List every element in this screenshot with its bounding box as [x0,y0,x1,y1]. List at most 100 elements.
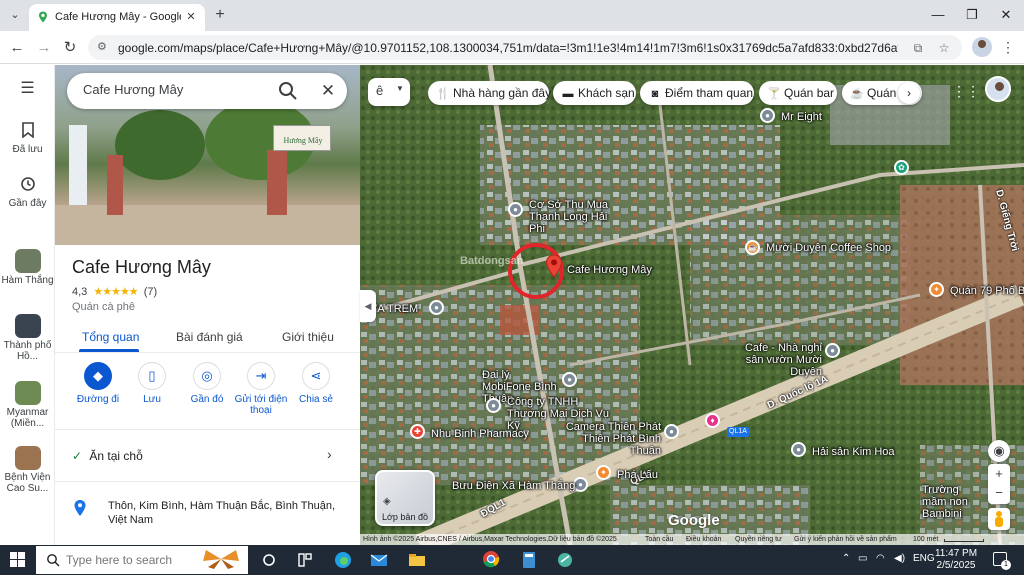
rating-row[interactable]: 4,3 ★★★★★ (7) [72,285,157,299]
poi-pin-icon[interactable]: ● [760,108,775,123]
satellite-map[interactable]: Batdongsan D. Quốc lộ 1A QL1 D. Giếng Tr… [360,65,1024,545]
tab-about[interactable]: Giới thiệu [282,330,334,344]
poi-quan-79[interactable]: Quán 79 Phố Bồ [950,285,1024,297]
chevron-up-icon[interactable]: ⌃ [842,553,850,564]
calculator-icon[interactable] [516,548,542,572]
poi-pin-icon[interactable]: ● [429,300,444,315]
windows-start-icon[interactable] [10,552,26,568]
place-marker-icon[interactable] [545,254,563,278]
feedback-link[interactable]: Gửi ý kiến phản hồi về sản phẩm [794,534,897,545]
terms-link[interactable]: Điều khoản [686,534,721,545]
zoom-out-icon[interactable]: − [988,484,1010,504]
forward-arrow-icon[interactable]: → [33,37,55,59]
minimize-icon[interactable]: — [926,5,950,25]
directions-button[interactable]: ◆ Đường đi [68,362,128,405]
plus-icon[interactable]: + [211,6,229,24]
poi-nhu-binh-pharmacy[interactable]: Nhu Binh Pharmacy [431,428,529,440]
search-input[interactable] [83,82,263,97]
tab-overview[interactable]: Tổng quan [82,330,139,344]
place-address[interactable]: Thôn, Kim Bình, Hàm Thuận Bắc, Bình Thuậ… [108,499,353,527]
tab-reviews[interactable]: Bài đánh giá [176,330,243,344]
nearby-button[interactable]: ◎ Gần đó [177,362,237,405]
my-location-icon[interactable]: ◉ [988,440,1010,462]
saved-button[interactable]: Đã lưu [0,122,55,155]
shopping-icon[interactable]: ♦ [705,413,720,428]
collapse-panel-button[interactable]: ◀ [360,290,376,322]
mail-icon[interactable] [366,548,392,572]
chrome-icon[interactable] [478,548,504,572]
recent-place-item[interactable]: Bệnh Viện Cao Su... [0,446,55,494]
url-text[interactable]: google.com/maps/place/Cafe+Hương+Mây/@10… [118,41,898,55]
recent-button[interactable]: Gần đây [0,176,55,209]
taskbar-search-input[interactable] [66,553,216,567]
poi-pin-icon[interactable]: ● [562,372,577,387]
poi-pin-icon[interactable]: ● [825,343,840,358]
poi-pin-icon[interactable]: ● [664,424,679,439]
poi-buu-dien[interactable]: Bưu Điện Xã Hàm Thắng [452,480,575,492]
chevron-right-icon[interactable]: › [898,82,920,104]
poi-pin-icon[interactable]: ● [573,477,588,492]
save-button[interactable]: ▯ Lưu [122,362,182,405]
send-to-phone-button[interactable]: ⇥ Gửi tới điện thoại [231,362,291,416]
address-bar[interactable]: ⚙ google.com/maps/place/Cafe+Hương+Mây/@… [88,35,962,60]
restaurant-icon[interactable]: ✦ [929,282,944,297]
recent-place-item[interactable]: Myanmar (Miền... [0,381,55,429]
file-explorer-icon[interactable] [404,548,430,572]
menu-button[interactable]: ☰ [0,79,55,99]
chip-restaurants[interactable]: 🍴 Nhà hàng gần đây [428,81,551,105]
search-box[interactable]: ✕ [67,73,347,109]
task-view-icon[interactable] [256,548,282,572]
recent-place-item[interactable]: Hàm Thắng [0,249,55,286]
poi-pin-icon[interactable]: ● [791,442,806,457]
poi-camera-thien-phat[interactable]: Camera Thiên Phát Thiên Phát Bình Thuận [563,421,661,457]
account-avatar[interactable] [985,76,1011,102]
chip-bars[interactable]: 🍸 Quán bar [759,81,837,105]
poi-muoi-duyen[interactable]: Mười Duyên Coffee Shop [766,242,891,254]
attraction-icon[interactable]: ✿ [894,160,909,175]
wifi-icon[interactable]: ◠ [876,553,885,564]
tab-search-icon[interactable]: ⌄ [6,6,24,24]
map-type-toggle[interactable]: ê ▼ [368,78,410,106]
pharmacy-icon[interactable]: ✚ [410,424,425,439]
profile-avatar[interactable] [972,37,992,57]
layers-button[interactable]: ◈ Lớp bản đồ [375,470,435,526]
widgets-icon[interactable] [292,548,318,572]
restore-icon[interactable]: ❐ [960,5,984,25]
street-view-pegman-icon[interactable] [988,508,1010,530]
poi-truong-mam-non[interactable]: Trường mầm non Bambini [922,484,984,520]
app-icon[interactable] [552,548,578,572]
scale-label[interactable]: 100 mét [913,534,938,545]
coffee-icon[interactable]: ☕ [745,240,760,255]
privacy-link[interactable]: Quyền riêng tư [735,534,782,545]
chip-hotels[interactable]: ▬ Khách sạn [553,81,636,105]
cast-icon[interactable]: ⧉ [910,40,926,56]
recent-place-item[interactable]: Thành phố Hồ... [0,314,55,362]
poi-cafe-huong-may[interactable]: Cafe Hương Mây [567,264,652,276]
browser-tab-active[interactable]: Cafe Hương Mây - Google Maps ✕ [29,4,205,31]
poi-mr-eight[interactable]: Mr Eight [781,111,822,123]
system-clock[interactable]: 11:47 PM 2/5/2025 [928,548,984,572]
search-icon[interactable] [277,80,299,102]
edge-icon[interactable] [330,548,356,572]
poi-thanh-long[interactable]: Cơ Sở Thu Mua Thanh Long Hải Phi [529,199,624,235]
chevron-right-icon[interactable]: › [327,446,332,462]
site-info-icon[interactable]: ⚙ [97,40,111,54]
more-vert-icon[interactable]: ⋮ [1000,38,1016,56]
volume-icon[interactable]: ◀) [894,553,905,564]
zoom-in-icon[interactable]: + [988,464,1010,484]
reload-icon[interactable]: ↻ [59,37,81,59]
network-icon[interactable]: ▭ [858,553,867,564]
dine-in-row[interactable]: ✓ Ăn tại chỗ [72,449,143,463]
poi-pin-icon[interactable]: ● [486,398,501,413]
window-close-icon[interactable]: ✕ [994,5,1018,25]
back-arrow-icon[interactable]: ← [6,37,28,59]
close-icon[interactable]: ✕ [183,9,199,25]
global-link[interactable]: Toàn cầu [645,534,673,545]
clear-search-icon[interactable]: ✕ [317,80,339,102]
poi-hai-san-kim-hoa[interactable]: Hải sản Kim Hoa [812,446,895,458]
poi-pha-lau[interactable]: Phá Lấu [617,469,658,481]
apps-grid-icon[interactable]: ⋮⋮ [952,82,980,100]
review-count[interactable]: (7) [144,286,157,298]
poi-cafe-nha-nghi[interactable]: Cafe - Nhà nghỉ sân vườn Mười Duyên [730,342,822,378]
chip-attractions[interactable]: ◙ Điểm tham quan [640,81,754,105]
